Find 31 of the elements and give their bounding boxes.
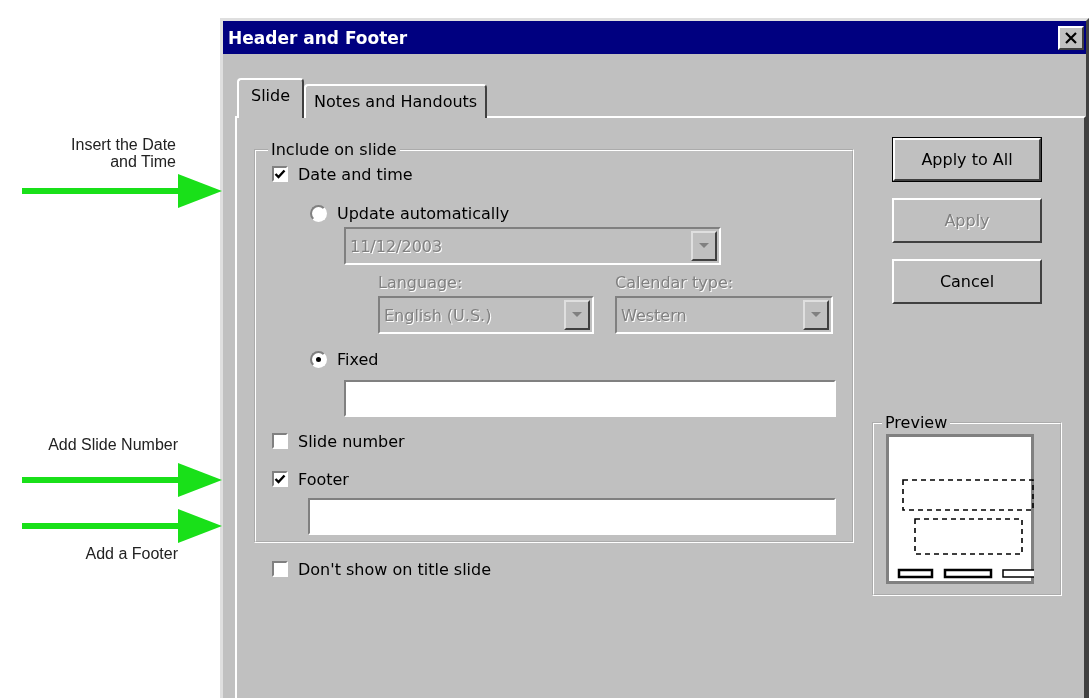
radio-label: Fixed <box>337 349 379 369</box>
callout-label: Add Slide Number <box>48 437 178 454</box>
callout-label: Add a Footer <box>85 546 178 563</box>
checkbox[interactable] <box>272 166 288 182</box>
checkbox-label: Slide number <box>298 431 405 451</box>
field-label: Language: <box>378 273 464 293</box>
dialog-button[interactable]: Apply to All <box>892 137 1042 182</box>
group-title: Preview <box>884 413 949 432</box>
radio-button[interactable] <box>310 350 327 368</box>
close-icon <box>1064 31 1078 44</box>
tab[interactable]: Notes and Handouts <box>304 84 488 118</box>
checkbox-label: Footer <box>298 469 349 489</box>
checkbox-label: Date and time <box>298 164 413 184</box>
dropdown-arrow-icon <box>572 312 582 318</box>
field-label: Calendar type: <box>615 273 735 293</box>
footer-field[interactable] <box>308 498 836 535</box>
tab[interactable]: Slide <box>237 78 305 118</box>
dropdown-arrow-icon <box>811 312 821 318</box>
dropdown-arrow-icon <box>699 243 709 249</box>
dialog-button[interactable]: Cancel <box>892 259 1042 304</box>
radio-label: Update automatically <box>337 203 510 223</box>
window-title: Header and Footer <box>228 27 408 48</box>
radio-button[interactable] <box>310 204 327 222</box>
fixed-date-field[interactable] <box>344 380 836 417</box>
group-title: Include on slide <box>270 140 398 159</box>
checkbox[interactable] <box>272 561 288 577</box>
checkbox-label: Don't show on title slide <box>298 559 492 579</box>
callout-label: Insert the Date and Time <box>70 137 176 171</box>
checkbox[interactable] <box>272 433 288 449</box>
close-button[interactable] <box>1058 25 1084 50</box>
checkbox[interactable] <box>272 471 288 487</box>
